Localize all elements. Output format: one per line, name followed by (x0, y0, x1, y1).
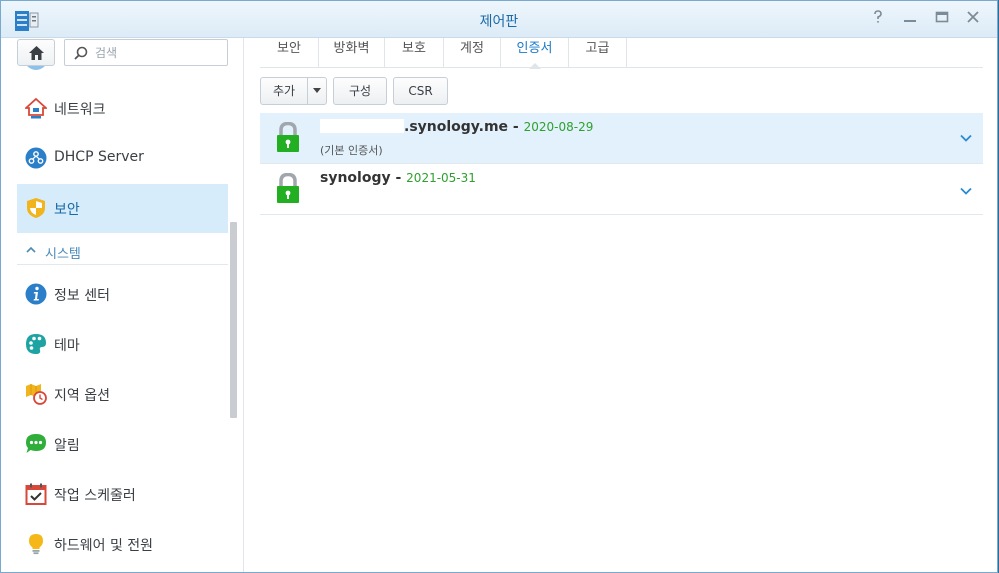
sidebar-scrollbar[interactable] (230, 222, 237, 418)
tab-protection[interactable]: 보호 (385, 38, 444, 68)
tab-certificate[interactable]: 인증서 (501, 38, 569, 69)
search-box[interactable] (64, 39, 228, 66)
window-title: 제어판 (479, 14, 519, 30)
sidebar-item-network[interactable]: 네트워크 (17, 84, 228, 133)
certificate-row[interactable]: synology - 2021-05-31 (260, 164, 983, 215)
sidebar-item-info-center[interactable]: 정보 센터 (17, 270, 228, 319)
title-bar: 제어판 (1, 1, 997, 38)
sidebar-item-label: DHCP Server (54, 149, 144, 165)
section-header-system[interactable]: 시스템 (17, 238, 228, 265)
sidebar-item-hardware-power[interactable]: 하드웨어 및 전원 (17, 520, 228, 569)
sidebar-item-notification[interactable]: 알림 (17, 420, 228, 469)
sidebar-item-label: 네트워크 (54, 102, 106, 118)
partial-item-icon (27, 66, 45, 70)
shield-icon (27, 198, 45, 218)
certificate-date: 2020-08-29 (523, 120, 594, 134)
sidebar-item-label: 지역 옵션 (54, 388, 110, 404)
sidebar-item-regional-options[interactable]: 지역 옵션 (17, 370, 228, 419)
sidebar-item-security[interactable]: 보안 (17, 184, 228, 233)
palette-icon (26, 334, 46, 354)
chevron-down-icon[interactable] (959, 131, 973, 145)
sidebar-item-dhcp-server[interactable]: DHCP Server (17, 134, 228, 183)
sidebar-item-label: 테마 (54, 338, 80, 354)
chat-bubble-icon (26, 434, 46, 453)
lightbulb-icon (29, 534, 43, 555)
certificate-subtitle: (기본 인증서) (320, 144, 383, 157)
chevron-up-icon (26, 246, 36, 253)
configure-button[interactable]: 구성 (333, 77, 387, 105)
calendar-check-icon (25, 483, 47, 505)
sidebar-item-task-scheduler[interactable]: 작업 스케줄러 (17, 470, 228, 519)
chevron-down-icon[interactable] (959, 184, 973, 198)
info-icon (25, 283, 47, 305)
sidebar-item-label: 알림 (54, 438, 80, 454)
certificate-name: .synology.me - 2020-08-29 (320, 119, 593, 135)
csr-button[interactable]: CSR (393, 77, 448, 105)
tab-bar: 보안 방화벽 보호 계정 인증서 고급 (260, 38, 983, 69)
add-button[interactable]: 추가 (260, 77, 308, 105)
control-panel-window: 제어판 검색 네트워크 DHCP Server 보안 시스템 정보 센터 테마 … (0, 0, 998, 573)
search-icon (74, 46, 88, 60)
sidebar-item-label: 작업 스케줄러 (54, 488, 136, 504)
dhcp-server-icon (25, 147, 47, 169)
caret-down-icon (313, 88, 321, 93)
add-dropdown-button[interactable] (307, 77, 327, 105)
sidebar-item-label: 정보 센터 (54, 288, 110, 304)
region-map-clock-icon (26, 384, 47, 405)
maximize-icon[interactable] (933, 10, 951, 28)
network-house-icon (25, 97, 47, 119)
lock-icon (277, 122, 299, 152)
tab-account[interactable]: 계정 (444, 38, 501, 68)
search-input[interactable] (95, 44, 220, 62)
tab-firewall[interactable]: 방화벽 (319, 38, 385, 68)
certificate-date: 2021-05-31 (406, 171, 476, 185)
sidebar-item-theme[interactable]: 테마 (17, 320, 228, 369)
certificate-name: synology - 2021-05-31 (320, 170, 476, 186)
help-icon[interactable] (869, 10, 887, 28)
section-header-label: 시스템 (45, 247, 81, 262)
sidebar: 네트워크 DHCP Server 보안 시스템 (1, 38, 244, 572)
tab-security[interactable]: 보안 (260, 38, 319, 68)
tab-advanced[interactable]: 고급 (569, 38, 627, 68)
sidebar-item-label: 하드웨어 및 전원 (54, 538, 154, 554)
home-icon (29, 46, 44, 60)
redacted-hostname (320, 119, 404, 133)
lock-icon (277, 173, 299, 203)
close-icon[interactable] (964, 10, 982, 28)
minimize-icon[interactable] (901, 10, 919, 28)
home-button[interactable] (17, 39, 55, 66)
certificate-row[interactable]: .synology.me - 2020-08-29 (기본 인증서) (260, 113, 983, 164)
sidebar-item-label: 보안 (54, 202, 80, 218)
